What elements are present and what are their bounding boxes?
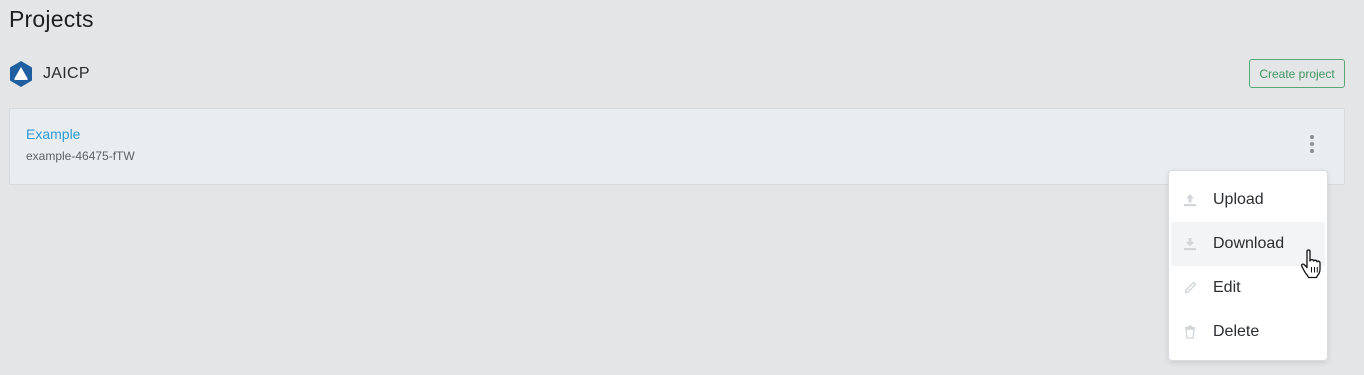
- workspace-header: JAICP: [9, 60, 90, 88]
- project-name-link[interactable]: Example: [26, 126, 80, 142]
- menu-item-delete[interactable]: Delete: [1171, 310, 1325, 354]
- menu-item-upload[interactable]: Upload: [1171, 178, 1325, 222]
- workspace-name: JAICP: [43, 65, 90, 82]
- project-context-menu: Upload Download Edit Delete: [1168, 170, 1328, 361]
- menu-item-edit[interactable]: Edit: [1171, 266, 1325, 310]
- projects-page: Projects JAICP Create project Example ex…: [0, 0, 1364, 375]
- page-title: Projects: [9, 6, 94, 32]
- download-icon: [1182, 236, 1198, 252]
- pencil-icon: [1182, 280, 1198, 296]
- upload-icon: [1182, 192, 1198, 208]
- menu-item-label: Upload: [1213, 191, 1264, 208]
- menu-item-label: Edit: [1213, 279, 1241, 296]
- project-card: Example example-46475-fTW: [9, 108, 1345, 185]
- menu-item-label: Delete: [1213, 323, 1260, 340]
- jaicp-logo-icon: [9, 60, 33, 88]
- menu-item-label: Download: [1213, 235, 1285, 252]
- more-vertical-icon[interactable]: [1302, 131, 1322, 157]
- trash-icon: [1182, 324, 1198, 340]
- menu-item-download[interactable]: Download: [1171, 222, 1325, 266]
- create-project-button[interactable]: Create project: [1249, 59, 1345, 88]
- project-id: example-46475-fTW: [26, 149, 135, 163]
